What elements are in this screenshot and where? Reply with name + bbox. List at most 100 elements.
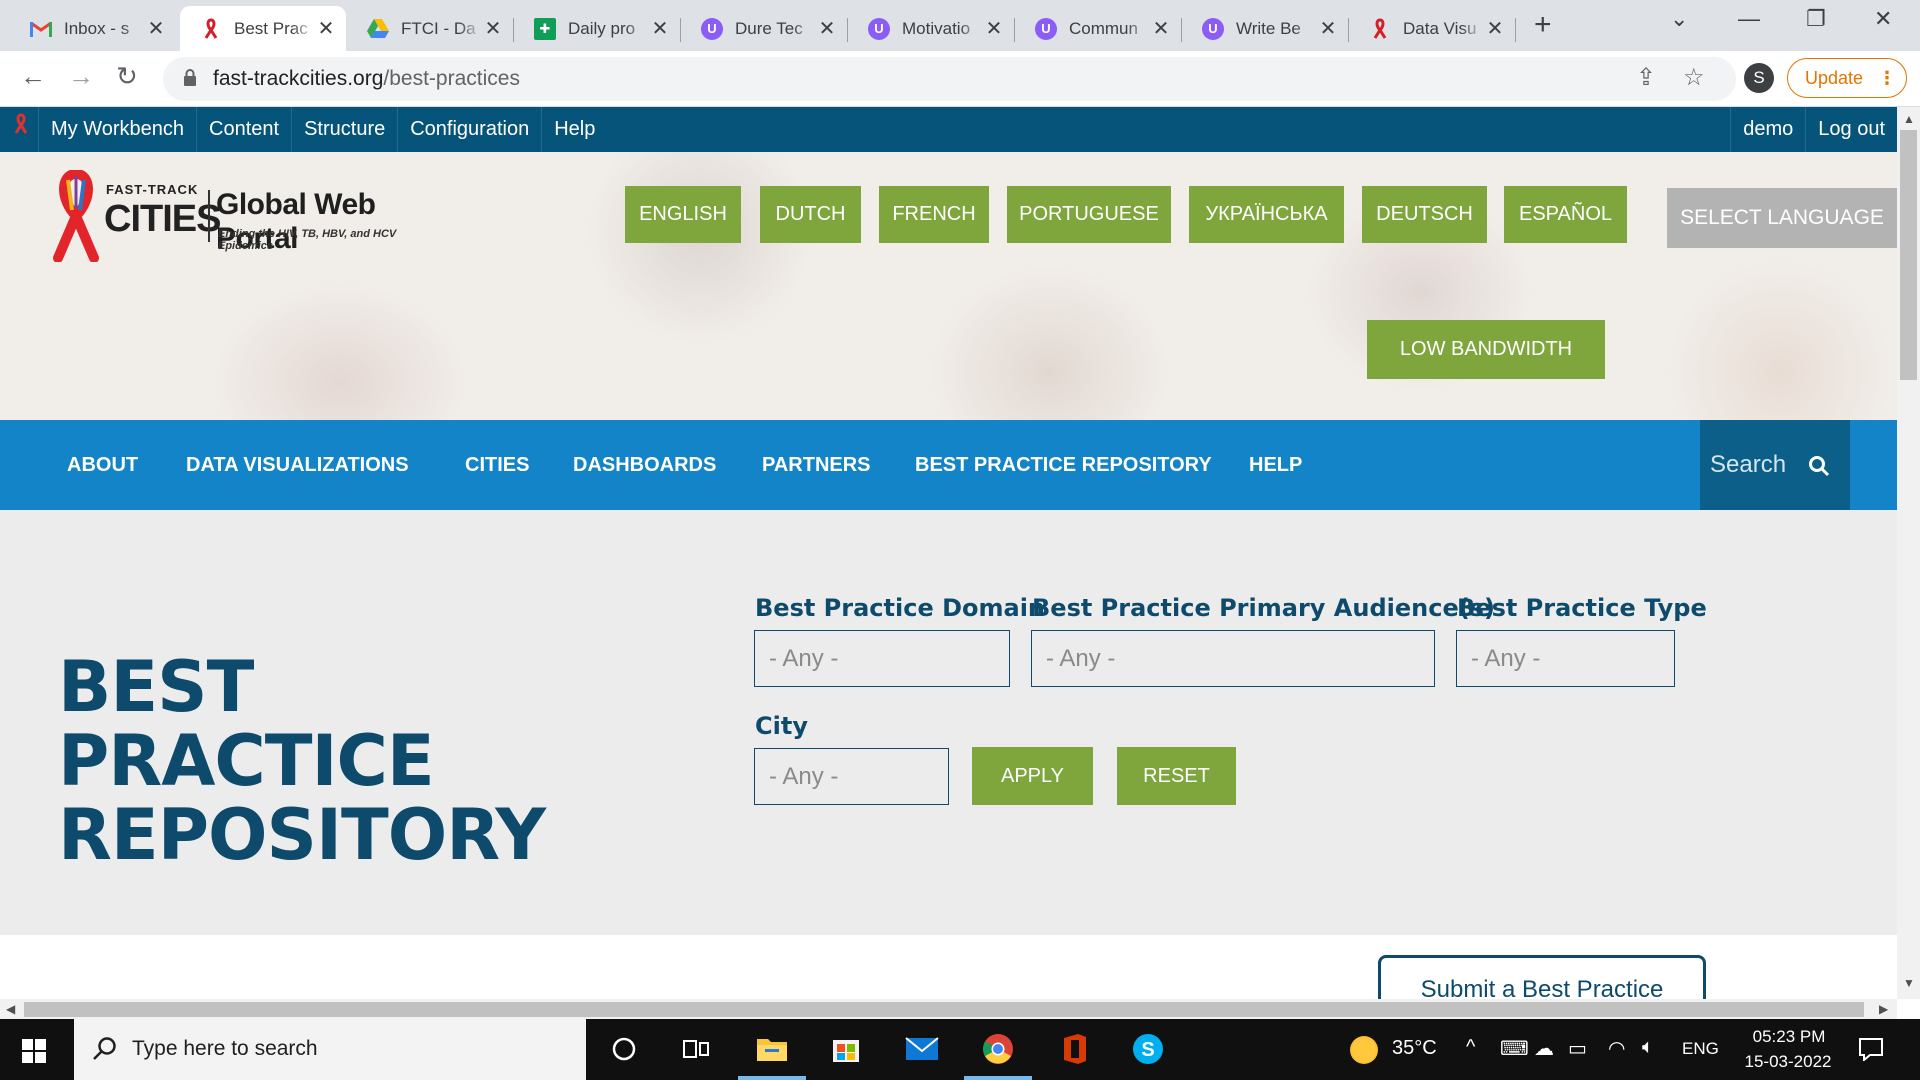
mail-icon[interactable] [904, 1031, 940, 1067]
meet-now-icon[interactable]: ⌨ [1500, 1036, 1529, 1061]
vertical-scrollbar-thumb[interactable] [1900, 130, 1917, 380]
select-language-dropdown[interactable]: SELECT LANGUAGE [1667, 188, 1897, 248]
lang-deutsch-button[interactable]: DEUTSCH [1362, 186, 1487, 243]
low-bandwidth-button[interactable]: LOW BANDWIDTH [1367, 320, 1605, 379]
site-logo[interactable]: FAST-TRACK CITIES Global Web Portal Endi… [48, 170, 428, 262]
city-select[interactable]: - Any - [754, 748, 949, 805]
microsoft-store-icon[interactable] [828, 1031, 864, 1067]
skype-icon[interactable]: S [1130, 1031, 1166, 1067]
language-indicator[interactable]: ENG [1682, 1039, 1719, 1059]
tab-separator [1014, 18, 1015, 42]
tab-write-better[interactable]: U Write Be ✕ [1182, 6, 1348, 51]
tab-title: Daily pro [568, 18, 636, 38]
chrome-icon[interactable] [980, 1031, 1016, 1067]
taskbar-search-box[interactable]: Type here to search [74, 1019, 586, 1080]
submit-best-practice-button[interactable]: Submit a Best Practice [1378, 955, 1706, 999]
tab-community[interactable]: U Commun ✕ [1015, 6, 1181, 51]
tab-search-chevron-icon[interactable]: ⌄ [1670, 6, 1688, 32]
profile-avatar[interactable]: S [1744, 63, 1774, 93]
lang-portuguese-button[interactable]: PORTUGUESE [1007, 186, 1171, 243]
search-icon [92, 1035, 118, 1066]
type-select[interactable]: - Any - [1456, 630, 1675, 687]
notification-center-icon[interactable] [1858, 1037, 1884, 1066]
volume-icon[interactable]: 🔈︎ [1642, 1036, 1654, 1059]
tab-inbox[interactable]: Inbox - s ✕ [10, 6, 176, 51]
file-explorer-icon[interactable] [754, 1031, 790, 1067]
scroll-right-arrow-icon[interactable]: ▶ [1879, 1002, 1888, 1016]
scroll-up-arrow-icon[interactable]: ▲ [1903, 112, 1915, 126]
back-arrow-icon[interactable]: ← [20, 61, 46, 92]
city-label: City [755, 712, 808, 740]
more-menu-icon[interactable]: ⋮ [1878, 59, 1896, 97]
domain-select[interactable]: - Any - [754, 630, 1010, 687]
tab-daily-progress[interactable]: ✚ Daily pro ✕ [514, 6, 680, 51]
apply-button[interactable]: APPLY [972, 747, 1093, 805]
lang-french-button[interactable]: FRENCH [879, 186, 989, 243]
tab-dure-tech[interactable]: U Dure Tec ✕ [681, 6, 847, 51]
scroll-down-arrow-icon[interactable]: ▼ [1903, 976, 1915, 990]
search-icon[interactable] [1808, 455, 1830, 482]
close-window-button[interactable]: ✕ [1874, 6, 1892, 32]
nav-dashboards[interactable]: DASHBOARDS [573, 420, 716, 510]
admin-user-demo[interactable]: demo [1730, 107, 1805, 152]
close-icon[interactable]: ✕ [984, 16, 1004, 41]
nav-best-practice-repository[interactable]: BEST PRACTICE REPOSITORY [915, 420, 1212, 510]
admin-structure[interactable]: Structure [292, 107, 399, 152]
admin-logout[interactable]: Log out [1805, 107, 1897, 152]
admin-help[interactable]: Help [542, 107, 607, 152]
windows-start-icon[interactable] [22, 1039, 46, 1068]
weather-temperature[interactable]: 35°C [1392, 1037, 1437, 1060]
audience-select[interactable]: - Any - [1031, 630, 1435, 687]
new-tab-button[interactable]: + [1534, 8, 1552, 42]
logo-divider [208, 190, 210, 242]
onedrive-cloud-icon[interactable]: ☁ [1534, 1036, 1554, 1061]
reload-icon[interactable]: ↻ [116, 61, 138, 92]
tab-best-practices[interactable]: Best Prac ✕ [180, 6, 346, 51]
task-view-icon[interactable] [678, 1031, 714, 1067]
share-icon[interactable]: ⇪ [1636, 63, 1656, 92]
clock-date[interactable]: 15-03-2022 [1738, 1052, 1838, 1072]
cortana-icon[interactable] [606, 1031, 642, 1067]
lang-dutch-button[interactable]: DUTCH [760, 186, 861, 243]
tab-title: Motivatio [902, 18, 971, 38]
lang-english-button[interactable]: ENGLISH [625, 186, 741, 243]
minimize-button[interactable]: — [1738, 6, 1760, 32]
nav-partners[interactable]: PARTNERS [762, 420, 871, 510]
scroll-left-arrow-icon[interactable]: ◀ [6, 1002, 15, 1016]
wifi-icon[interactable]: ◠ [1608, 1036, 1625, 1061]
drupal-ribbon-icon[interactable] [0, 107, 39, 152]
nav-cities[interactable]: CITIES [465, 420, 529, 510]
close-icon[interactable]: ✕ [1485, 16, 1505, 41]
tab-ftci[interactable]: FTCI - Da ✕ [347, 6, 513, 51]
close-icon[interactable]: ✕ [483, 16, 503, 41]
horizontal-scrollbar-thumb[interactable] [24, 1002, 1864, 1017]
admin-my-workbench[interactable]: My Workbench [39, 107, 198, 152]
weather-sun-icon[interactable] [1350, 1036, 1378, 1064]
close-icon[interactable]: ✕ [1151, 16, 1171, 41]
office-icon[interactable] [1056, 1031, 1092, 1067]
nav-help[interactable]: HELP [1249, 420, 1302, 510]
close-icon[interactable]: ✕ [1318, 16, 1338, 41]
battery-icon[interactable]: ▭ [1568, 1036, 1587, 1061]
close-icon[interactable]: ✕ [316, 16, 336, 41]
google-sheets-icon: ✚ [534, 17, 556, 40]
lang-ukrainian-button[interactable]: УКРАЇНСЬКА [1189, 186, 1344, 243]
tab-data-visualizations[interactable]: Data Visu ✕ [1349, 6, 1515, 51]
nav-data-visualizations[interactable]: DATA VISUALIZATIONS [186, 420, 409, 510]
restore-button[interactable]: ❐ [1806, 6, 1826, 32]
forward-arrow-icon[interactable]: → [68, 61, 94, 92]
close-icon[interactable]: ✕ [817, 16, 837, 41]
update-button[interactable]: Update ⋮ [1787, 58, 1907, 98]
star-icon[interactable]: ☆ [1683, 63, 1705, 92]
clock-time[interactable]: 05:23 PM [1744, 1027, 1834, 1047]
lang-espanol-button[interactable]: ESPAÑOL [1504, 186, 1627, 243]
show-hidden-icons-chevron-icon[interactable]: ^ [1466, 1036, 1475, 1059]
reset-button[interactable]: RESET [1117, 747, 1236, 805]
close-icon[interactable]: ✕ [650, 16, 670, 41]
nav-about[interactable]: ABOUT [67, 420, 138, 510]
admin-configuration[interactable]: Configuration [398, 107, 543, 152]
admin-content[interactable]: Content [197, 107, 293, 152]
address-bar[interactable]: fast-trackcities.org/best-practices ⇪ ☆ [163, 57, 1736, 101]
tab-motivation[interactable]: U Motivatio ✕ [848, 6, 1014, 51]
close-icon[interactable]: ✕ [146, 16, 166, 41]
